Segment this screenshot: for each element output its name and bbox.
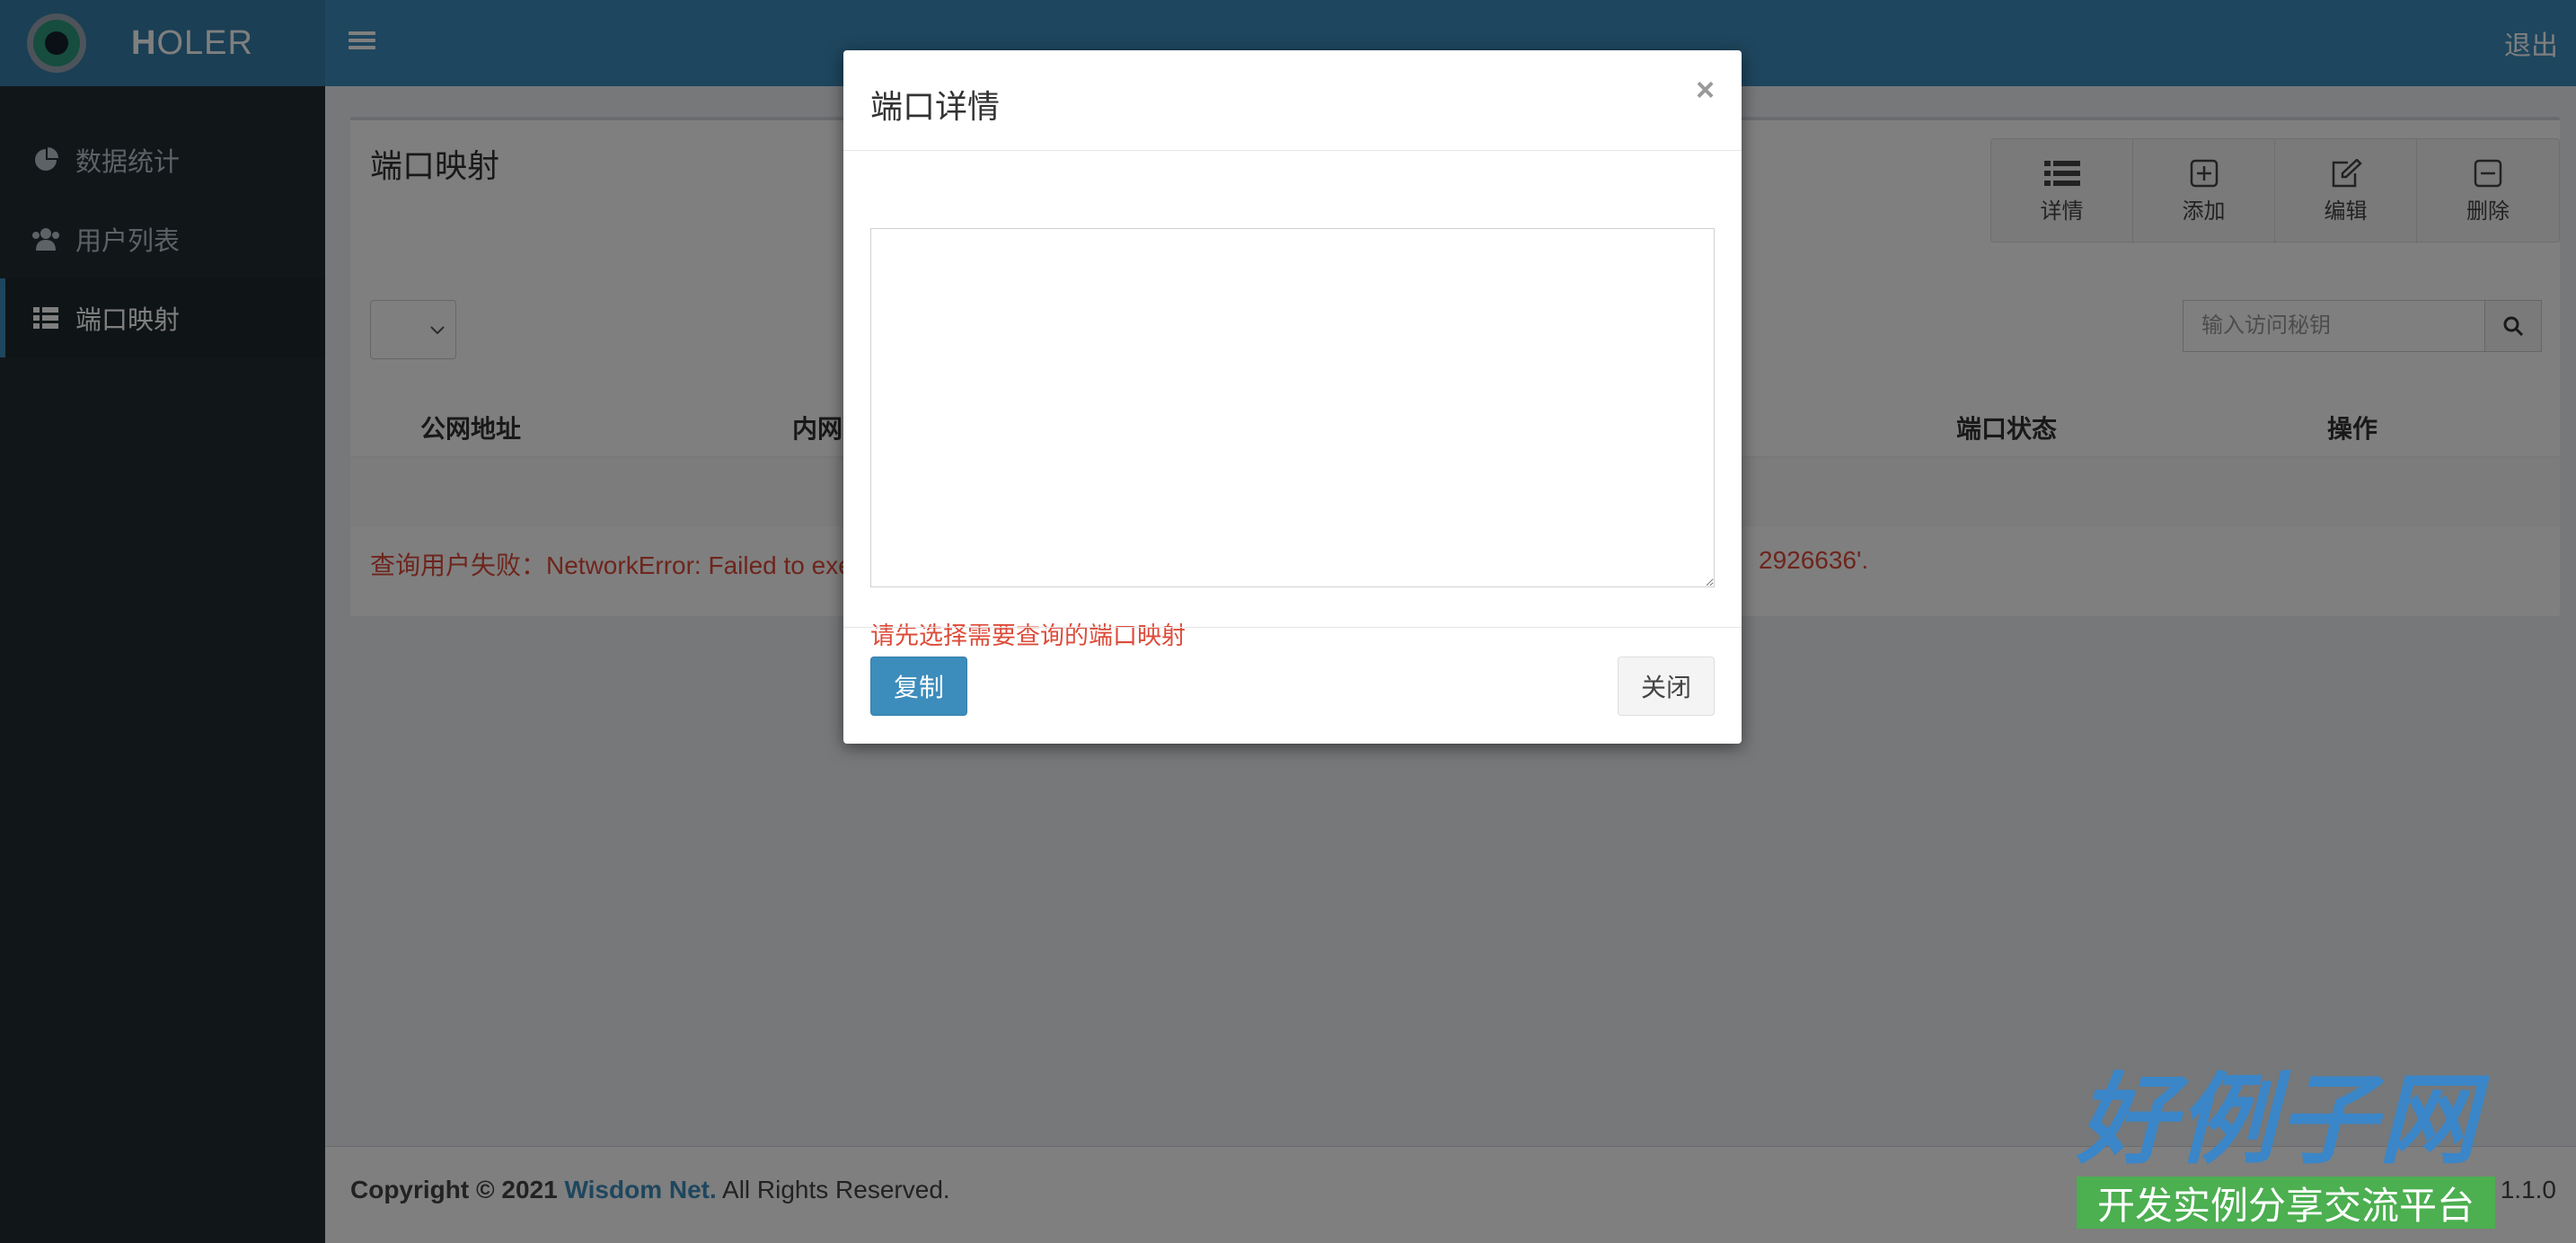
port-details-textarea[interactable] xyxy=(870,228,1715,587)
modal-title: 端口详情 xyxy=(870,88,1001,125)
close-icon[interactable]: × xyxy=(1696,74,1715,106)
modal-footer: 复制 关闭 xyxy=(843,627,1742,744)
modal-header: 端口详情 × xyxy=(843,50,1742,151)
port-details-modal: 端口详情 × 请先选择需要查询的端口映射 复制 关闭 xyxy=(843,50,1742,744)
watermark-subtitle: 开发实例分享交流平台 xyxy=(2077,1177,2495,1229)
modal-body: 请先选择需要查询的端口映射 xyxy=(843,151,1742,681)
close-button[interactable]: 关闭 xyxy=(1618,657,1715,716)
copy-button[interactable]: 复制 xyxy=(870,657,967,716)
watermark-title: 好例子网 xyxy=(2077,1062,2479,1177)
watermark-logo: 好例子网 开发实例分享交流平台 xyxy=(2077,1071,2495,1229)
